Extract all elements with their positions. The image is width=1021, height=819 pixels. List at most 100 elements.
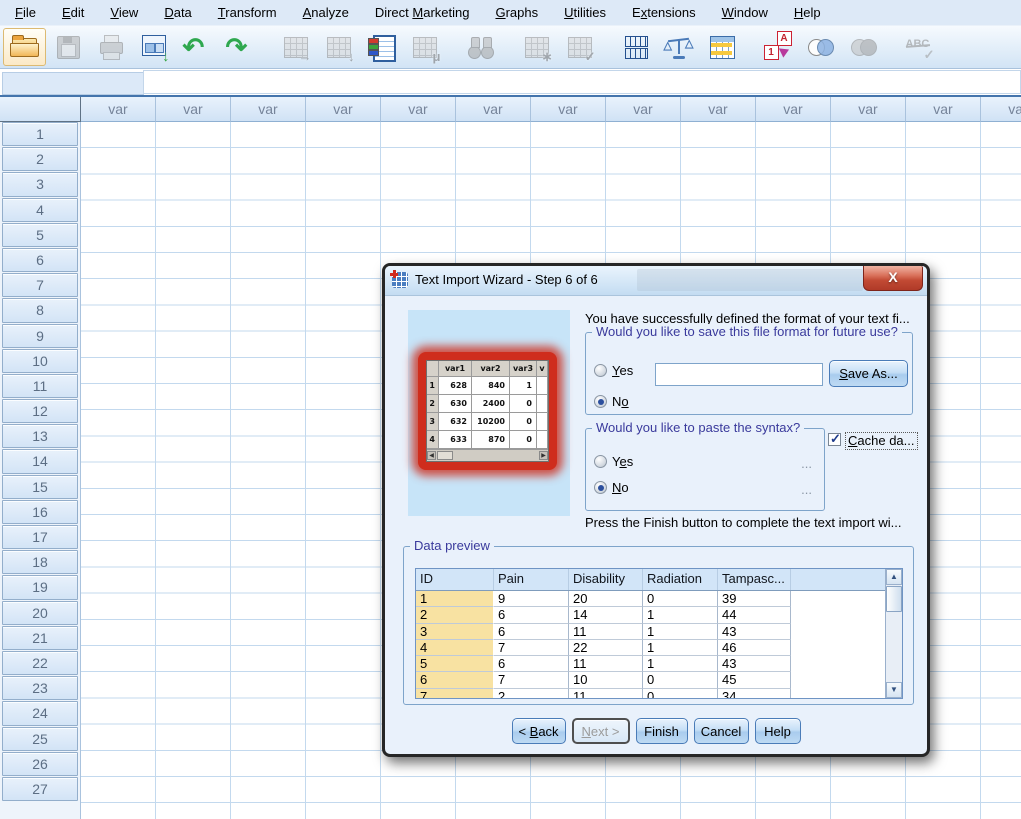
column-header[interactable]: var bbox=[981, 97, 1021, 122]
column-header[interactable]: var bbox=[231, 97, 306, 122]
menu-extensions[interactable]: Extensions bbox=[619, 1, 709, 24]
column-header[interactable]: var bbox=[456, 97, 531, 122]
select-cases-button[interactable] bbox=[700, 28, 743, 66]
button-label: Finish bbox=[644, 724, 679, 739]
split-file-button[interactable] bbox=[614, 28, 657, 66]
back-button[interactable]: < Back bbox=[512, 718, 566, 744]
menu-direct-marketing[interactable]: Direct Marketing bbox=[362, 1, 483, 24]
spell-check-button[interactable]: ABC✓ bbox=[898, 28, 941, 66]
cancel-button[interactable]: Cancel bbox=[694, 718, 749, 744]
row-header[interactable]: 27 bbox=[2, 777, 78, 801]
open-data-button[interactable] bbox=[3, 28, 46, 66]
column-header[interactable]: var bbox=[756, 97, 831, 122]
row-header[interactable]: 7 bbox=[2, 273, 78, 297]
row-header[interactable]: 3 bbox=[2, 172, 78, 196]
grid-corner-cell[interactable] bbox=[0, 97, 81, 122]
value-labels-button[interactable]: A1 bbox=[756, 28, 799, 66]
paste-syntax-no-radio[interactable]: No bbox=[594, 480, 629, 495]
row-header[interactable]: 20 bbox=[2, 601, 78, 625]
help-button[interactable]: Help bbox=[755, 718, 801, 744]
row-header[interactable]: 11 bbox=[2, 374, 78, 398]
menu-file[interactable]: File bbox=[2, 1, 49, 24]
menu-graphs[interactable]: Graphs bbox=[482, 1, 551, 24]
thumb-row-header: 2 bbox=[427, 395, 439, 413]
dialog-title-bar[interactable]: Text Import Wizard - Step 6 of 6 bbox=[385, 266, 927, 296]
cell-editor-bar[interactable] bbox=[143, 70, 1021, 94]
finish-button[interactable]: Finish bbox=[636, 718, 688, 744]
use-variable-sets-button[interactable] bbox=[799, 28, 842, 66]
row-header[interactable]: 21 bbox=[2, 626, 78, 650]
menu-view[interactable]: View bbox=[97, 1, 151, 24]
row-header[interactable]: 17 bbox=[2, 525, 78, 549]
scroll-down-icon[interactable]: ▼ bbox=[886, 682, 902, 698]
row-header[interactable]: 2 bbox=[2, 147, 78, 171]
insert-cases-button[interactable]: ∗ bbox=[515, 28, 558, 66]
goto-case-button[interactable]: → bbox=[274, 28, 317, 66]
column-header[interactable]: var bbox=[156, 97, 231, 122]
menu-transform[interactable]: Transform bbox=[205, 1, 290, 24]
row-header[interactable]: 9 bbox=[2, 324, 78, 348]
data-preview-body: 1920039261414436111434722146561114367100… bbox=[416, 591, 902, 699]
menu-window[interactable]: Window bbox=[709, 1, 781, 24]
undo-button[interactable]: ↶ bbox=[175, 28, 218, 66]
menu-edit[interactable]: Edit bbox=[49, 1, 97, 24]
row-header[interactable]: 14 bbox=[2, 449, 78, 473]
menu-analyze[interactable]: Analyze bbox=[290, 1, 362, 24]
row-header[interactable]: 5 bbox=[2, 223, 78, 247]
row-header[interactable]: 22 bbox=[2, 651, 78, 675]
row-header[interactable]: 25 bbox=[2, 727, 78, 751]
weight-cases-button[interactable]: △△ bbox=[657, 28, 700, 66]
column-header[interactable]: var bbox=[606, 97, 681, 122]
insert-variable-button[interactable]: ✓ bbox=[558, 28, 601, 66]
scrollbar-thumb[interactable] bbox=[886, 586, 902, 612]
row-header[interactable]: 4 bbox=[2, 198, 78, 222]
row-header[interactable]: 26 bbox=[2, 752, 78, 776]
save-format-no-radio[interactable]: No bbox=[594, 394, 629, 409]
cache-data-checkbox-row[interactable]: Cache da... bbox=[828, 432, 918, 450]
row-header[interactable]: 16 bbox=[2, 500, 78, 524]
radio-selected-icon bbox=[594, 481, 607, 494]
menu-help[interactable]: Help bbox=[781, 1, 834, 24]
vertical-scrollbar[interactable]: ▲ ▼ bbox=[885, 569, 902, 698]
weight-cases-icon: △△ bbox=[663, 31, 695, 63]
column-header[interactable]: var bbox=[81, 97, 156, 122]
row-header[interactable]: 6 bbox=[2, 248, 78, 272]
preview-data-cell: 14 bbox=[569, 607, 643, 623]
row-header[interactable]: 18 bbox=[2, 550, 78, 574]
find-button[interactable] bbox=[459, 28, 502, 66]
row-header[interactable]: 12 bbox=[2, 399, 78, 423]
show-all-variables-button[interactable] bbox=[842, 28, 885, 66]
row-header[interactable]: 8 bbox=[2, 298, 78, 322]
row-header[interactable]: 13 bbox=[2, 424, 78, 448]
column-header[interactable]: var bbox=[306, 97, 381, 122]
save-as-button[interactable]: Save As... bbox=[829, 360, 908, 387]
descriptives-button[interactable]: μ bbox=[403, 28, 446, 66]
save-button[interactable] bbox=[46, 28, 89, 66]
recall-dialogs-button[interactable]: ↓ bbox=[132, 28, 175, 66]
column-header[interactable]: var bbox=[381, 97, 456, 122]
scroll-up-icon[interactable]: ▲ bbox=[886, 569, 902, 585]
row-header[interactable]: 1 bbox=[2, 122, 78, 146]
cell-reference-box[interactable] bbox=[2, 72, 144, 95]
row-header[interactable]: 10 bbox=[2, 349, 78, 373]
menu-utilities[interactable]: Utilities bbox=[551, 1, 619, 24]
close-button[interactable]: X bbox=[863, 266, 923, 291]
row-header[interactable]: 19 bbox=[2, 575, 78, 599]
row-header[interactable]: 24 bbox=[2, 701, 78, 725]
menu-data[interactable]: Data bbox=[151, 1, 204, 24]
column-header[interactable]: var bbox=[906, 97, 981, 122]
print-button[interactable] bbox=[89, 28, 132, 66]
column-header[interactable]: var bbox=[831, 97, 906, 122]
button-label: Next > bbox=[582, 724, 620, 739]
column-header[interactable]: var bbox=[531, 97, 606, 122]
goto-variable-button[interactable]: ↓ bbox=[317, 28, 360, 66]
format-file-field[interactable] bbox=[655, 363, 823, 386]
preview-data-cell: 1 bbox=[643, 640, 718, 656]
paste-syntax-yes-radio[interactable]: Yes bbox=[594, 454, 633, 469]
row-header[interactable]: 23 bbox=[2, 676, 78, 700]
save-format-yes-radio[interactable]: Yes bbox=[594, 363, 633, 378]
row-header[interactable]: 15 bbox=[2, 475, 78, 499]
column-header[interactable]: var bbox=[681, 97, 756, 122]
variables-button[interactable] bbox=[360, 28, 403, 66]
redo-button[interactable]: ↷ bbox=[218, 28, 261, 66]
